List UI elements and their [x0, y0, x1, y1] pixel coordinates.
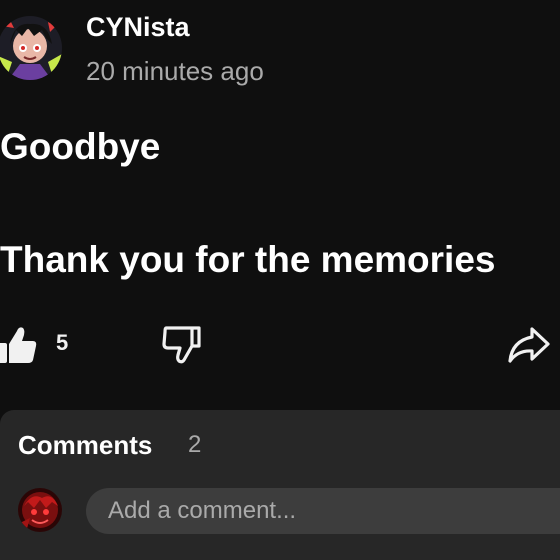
user-avatar-image: [18, 488, 62, 532]
thumbs-down-icon: [162, 326, 201, 364]
comment-input[interactable]: [86, 488, 560, 534]
share-icon: [508, 327, 550, 363]
dislike-button[interactable]: [160, 322, 204, 366]
comments-count: 2: [188, 431, 202, 458]
share-button[interactable]: [506, 323, 552, 367]
thumbs-up-icon: [0, 327, 37, 363]
author-name[interactable]: CYNista: [86, 12, 190, 43]
avatar-image: [0, 16, 62, 80]
user-avatar[interactable]: [18, 488, 62, 532]
comments-title: Comments: [18, 430, 153, 460]
like-button[interactable]: [0, 322, 40, 366]
post-text-line-2: Thank you for the memories: [0, 239, 496, 280]
author-avatar[interactable]: [0, 16, 62, 80]
post-page: CYNista 20 minutes ago Goodbye Thank you…: [0, 0, 560, 560]
comments-panel[interactable]: Comments 2: [0, 410, 560, 560]
post-timestamp: 20 minutes ago: [86, 56, 264, 86]
like-count: 5: [56, 330, 69, 355]
post-text-line-1: Goodbye: [0, 126, 161, 167]
